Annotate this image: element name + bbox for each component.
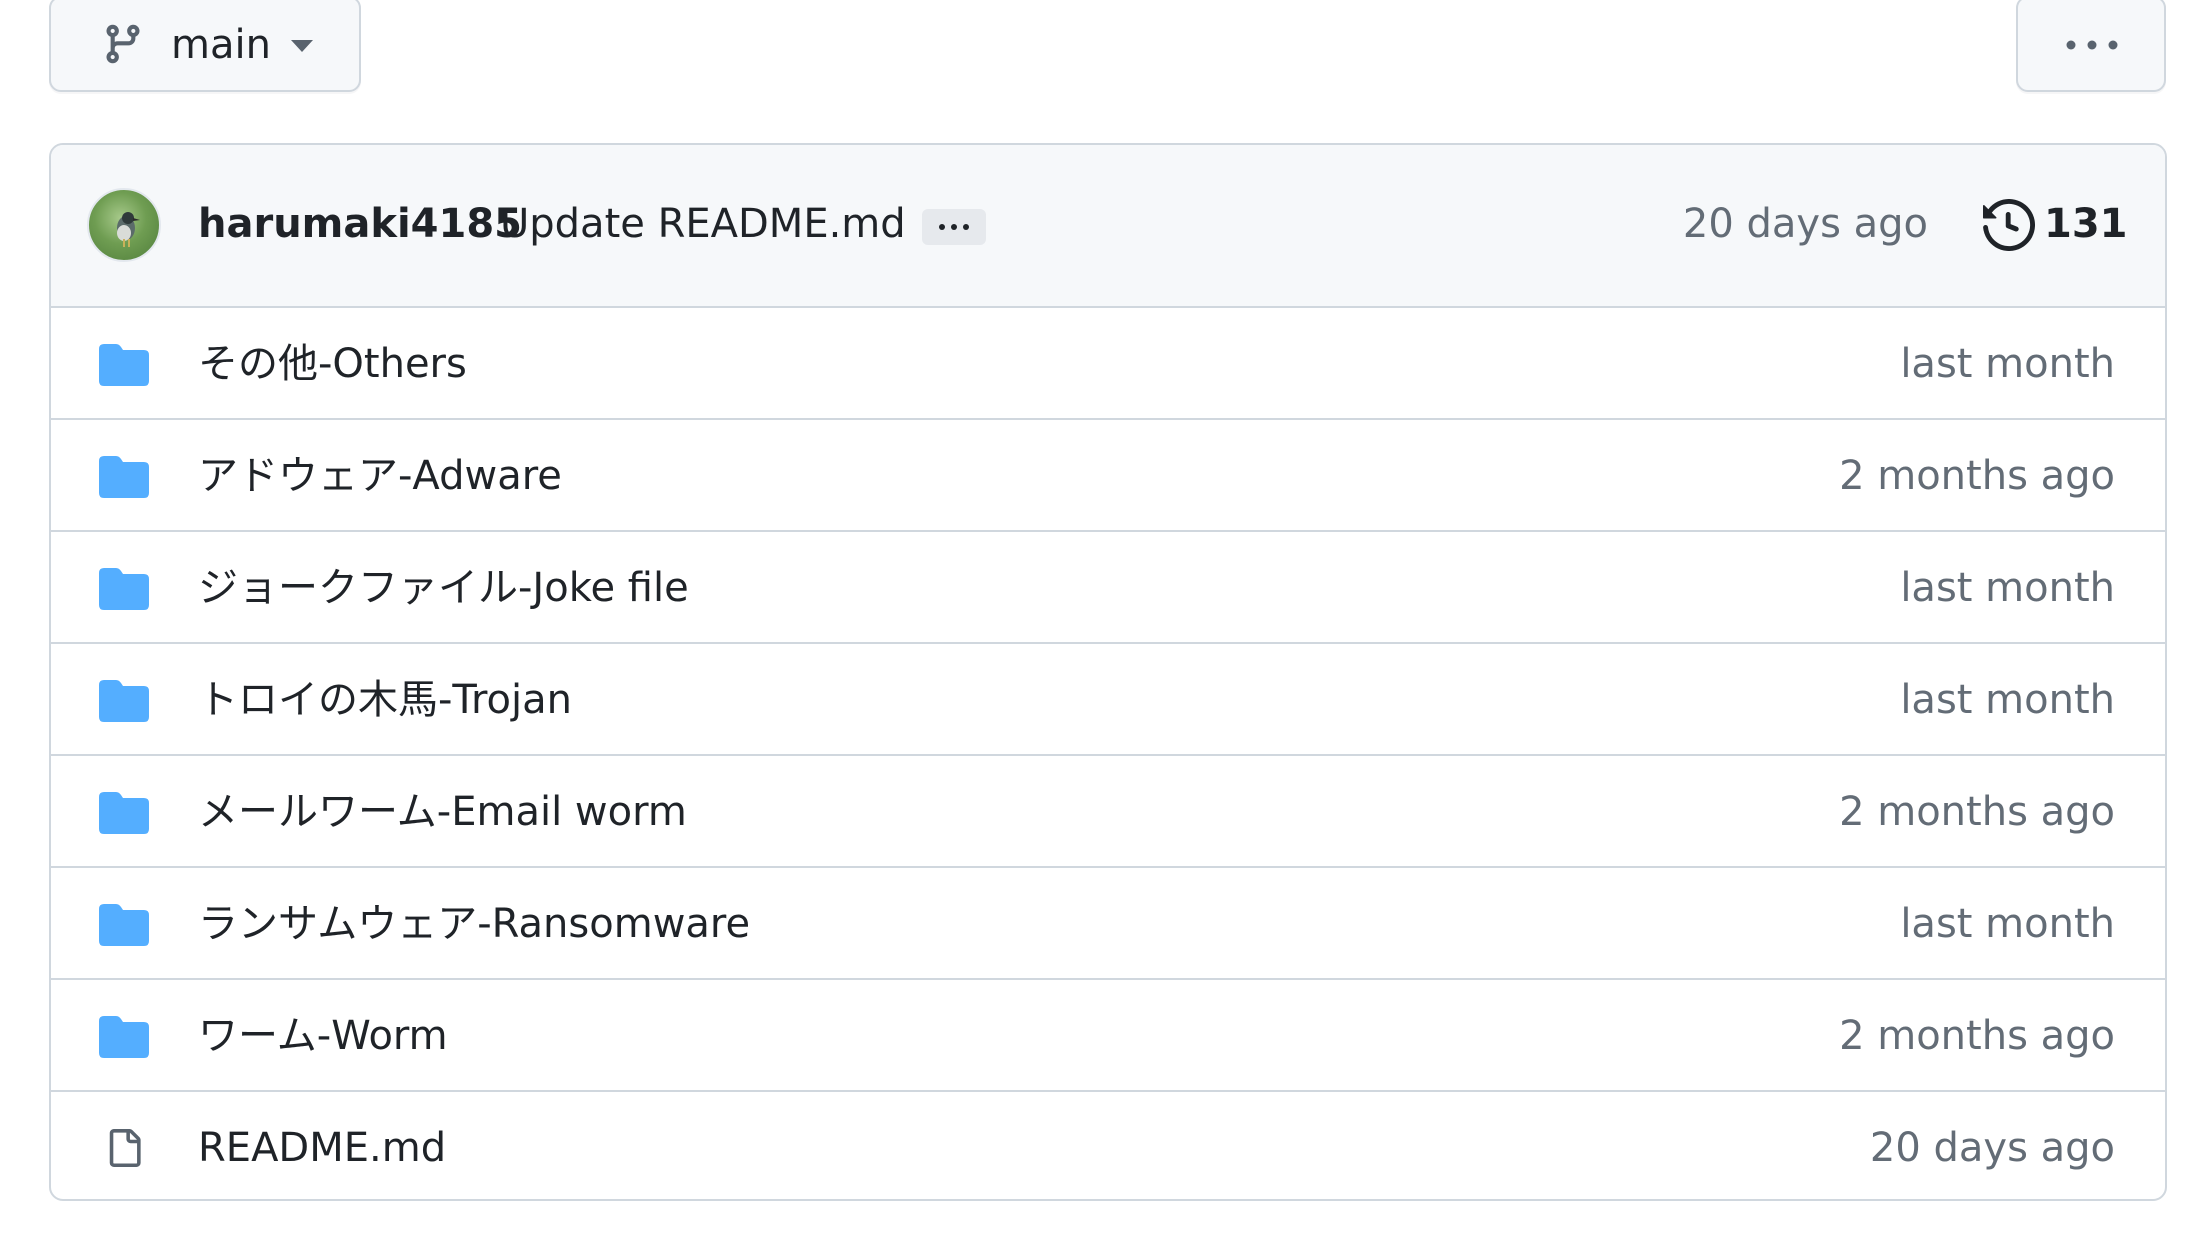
list-item[interactable]: メールワーム-Email worm 2 months ago	[51, 756, 2165, 868]
list-item[interactable]: ワーム-Worm 2 months ago	[51, 980, 2165, 1092]
history-icon[interactable]	[1983, 199, 2035, 251]
kebab-horizontal-icon	[2066, 40, 2118, 50]
folder-icon	[99, 568, 149, 610]
folder-icon	[99, 456, 149, 498]
list-item[interactable]: ジョークファイル-Joke file last month	[51, 532, 2165, 644]
file-name-link[interactable]: README.md	[198, 1122, 446, 1174]
commit-message-link[interactable]: Update README.md	[500, 196, 906, 252]
folder-icon	[99, 904, 149, 946]
last-updated: last month	[1900, 341, 2115, 387]
last-updated: last month	[1900, 565, 2115, 611]
folder-icon	[99, 680, 149, 722]
file-icon	[109, 1129, 141, 1167]
file-name-link[interactable]: メールワーム-Email worm	[198, 786, 687, 838]
list-item[interactable]: トロイの木馬-Trojan last month	[51, 644, 2165, 756]
file-name-link[interactable]: ジョークファイル-Joke file	[198, 562, 689, 614]
file-name-link[interactable]: ランサムウェア-Ransomware	[198, 898, 750, 950]
commit-time[interactable]: 20 days ago	[1683, 196, 1928, 252]
commit-author-link[interactable]: harumaki4185	[198, 196, 522, 252]
ellipsis-icon	[939, 224, 969, 230]
branch-name: main	[171, 22, 271, 68]
bird-avatar-icon	[117, 212, 140, 247]
branch-selector-button[interactable]: main	[49, 0, 361, 92]
last-updated: 2 months ago	[1839, 789, 2115, 835]
last-updated: 2 months ago	[1839, 1013, 2115, 1059]
repository-file-browser: main harumaki4185 Update README.md 20 da…	[0, 0, 2208, 1242]
git-branch-icon	[106, 24, 140, 64]
commit-details-toggle[interactable]	[922, 209, 986, 245]
last-updated: last month	[1900, 677, 2115, 723]
folder-icon	[99, 792, 149, 834]
commit-history-count[interactable]: 131	[2044, 196, 2128, 252]
list-item[interactable]: アドウェア-Adware 2 months ago	[51, 420, 2165, 532]
triangle-down-icon	[291, 40, 313, 52]
file-name-link[interactable]: ワーム-Worm	[198, 1010, 448, 1062]
folder-icon	[99, 1016, 149, 1058]
list-item[interactable]: ランサムウェア-Ransomware last month	[51, 868, 2165, 980]
file-name-link[interactable]: その他-Others	[198, 338, 467, 390]
folder-icon	[99, 344, 149, 386]
file-name-link[interactable]: トロイの木馬-Trojan	[198, 674, 572, 726]
last-updated: 2 months ago	[1839, 453, 2115, 499]
last-updated: last month	[1900, 901, 2115, 947]
file-table: harumaki4185 Update README.md 20 days ag…	[49, 143, 2167, 1201]
file-name-link[interactable]: アドウェア-Adware	[198, 450, 562, 502]
more-actions-button[interactable]	[2016, 0, 2166, 92]
latest-commit-row: harumaki4185 Update README.md 20 days ag…	[51, 145, 2165, 308]
list-item[interactable]: その他-Others last month	[51, 308, 2165, 420]
last-updated: 20 days ago	[1869, 1125, 2115, 1171]
list-item[interactable]: README.md 20 days ago	[51, 1092, 2165, 1199]
avatar[interactable]	[87, 188, 161, 262]
